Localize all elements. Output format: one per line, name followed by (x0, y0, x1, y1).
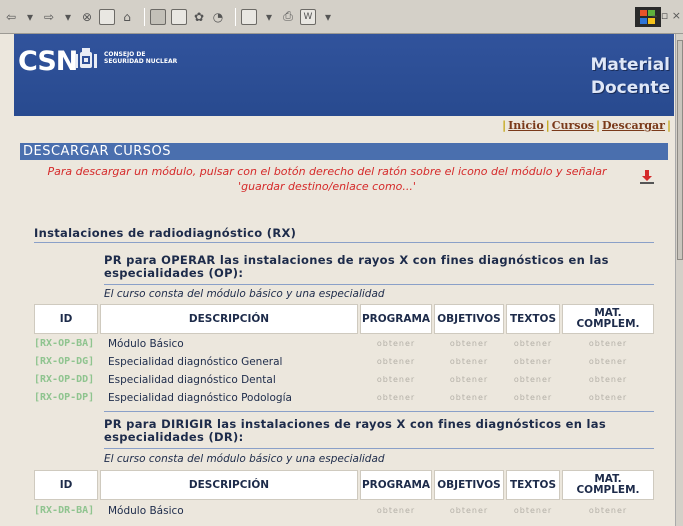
objetivos-link[interactable]: obtener (434, 335, 504, 353)
course-divider (104, 411, 654, 412)
textos-link[interactable]: obtener (506, 353, 560, 371)
col-id-header: ID (34, 304, 98, 334)
col-programa-header: PROGRAMA (360, 470, 432, 500)
table-row: [RX-OP-DD] Especialidad diagnóstico Dent… (34, 371, 654, 389)
forward-icon[interactable]: ⇨ (42, 7, 56, 27)
programa-link[interactable]: obtener (360, 389, 432, 407)
course-description: El curso consta del módulo básico y una … (104, 288, 385, 300)
textos-link[interactable]: obtener (506, 502, 560, 520)
col-descripcion-header: DESCRIPCIÓN (100, 470, 358, 500)
course-divider (104, 284, 654, 285)
section-title: DESCARGAR CURSOS (20, 143, 668, 160)
back-icon[interactable]: ⇦ (4, 7, 18, 27)
objetivos-link[interactable]: obtener (434, 389, 504, 407)
csn-logo-subtitle: CONSEJO DE SEGURIDAD NUCLEAR (104, 51, 178, 65)
table-row: [RX-DR-BA] Módulo Básico obtener obtener… (34, 502, 654, 520)
group-title: Instalaciones de radiodiagnóstico (RX) (34, 226, 297, 240)
table-header: ID DESCRIPCIÓN PROGRAMA OBJETIVOS TEXTOS… (34, 304, 654, 334)
table-row: [RX-OP-BA] Módulo Básico obtener obtener… (34, 335, 654, 353)
col-textos-header: TEXTOS (506, 304, 560, 334)
textos-link[interactable]: obtener (506, 389, 560, 407)
page-title: Material Docente (590, 55, 670, 98)
course-title: PR para OPERAR las instalaciones de rayo… (104, 253, 609, 280)
course-title: PR para DIRIGIR las instalaciones de ray… (104, 417, 606, 444)
forward-dropdown-icon[interactable]: ▾ (61, 7, 75, 27)
objetivos-link[interactable]: obtener (434, 371, 504, 389)
col-textos-header: TEXTOS (506, 470, 560, 500)
col-id-header: ID (34, 470, 98, 500)
programa-link[interactable]: obtener (360, 371, 432, 389)
row-description: Especialidad diagnóstico General (108, 356, 283, 368)
col-objetivos-header: OBJETIVOS (434, 470, 504, 500)
objetivos-link[interactable]: obtener (434, 353, 504, 371)
row-description: Especialidad diagnóstico Podología (108, 392, 292, 404)
objetivos-link[interactable]: obtener (434, 502, 504, 520)
history-icon[interactable]: ◔ (211, 7, 225, 27)
nav-cursos-link[interactable]: Cursos (550, 119, 596, 132)
programa-link[interactable]: obtener (360, 353, 432, 371)
mat-complem-link[interactable]: obtener (562, 371, 654, 389)
col-mat-complem-header: MAT. COMPLEM. (562, 470, 654, 500)
home-icon[interactable]: ⌂ (120, 7, 134, 27)
row-id: [RX-DR-BA] (34, 505, 95, 516)
mat-complem-link[interactable]: obtener (562, 389, 654, 407)
row-id: [RX-OP-DG] (34, 356, 95, 367)
textos-link[interactable]: obtener (506, 371, 560, 389)
search-icon[interactable] (150, 8, 166, 25)
col-mat-complem-header: MAT. COMPLEM. (562, 304, 654, 334)
mail-icon[interactable] (241, 8, 257, 25)
group-divider (34, 242, 654, 243)
media-icon[interactable]: ✿ (192, 7, 206, 27)
print-icon[interactable]: ⎙ (281, 7, 295, 27)
row-description: Módulo Básico (108, 338, 184, 350)
row-id: [RX-OP-BA] (34, 338, 95, 349)
table-row: [RX-OP-DG] Especialidad diagnóstico Gene… (34, 353, 654, 371)
toolbar-separator (235, 7, 236, 26)
col-objetivos-header: OBJETIVOS (434, 304, 504, 334)
favorites-icon[interactable] (171, 8, 187, 25)
row-description: Especialidad diagnóstico Dental (108, 374, 276, 386)
scrollbar-thumb[interactable] (677, 40, 683, 260)
mat-complem-link[interactable]: obtener (562, 353, 654, 371)
word-edit-icon[interactable]: W (300, 8, 316, 25)
table-header: ID DESCRIPCIÓN PROGRAMA OBJETIVOS TEXTOS… (34, 470, 654, 500)
download-instructions: Para descargar un módulo, pulsar con el … (47, 165, 607, 193)
stop-icon[interactable]: ⊗ (80, 7, 94, 27)
mail-dropdown-icon[interactable]: ▾ (262, 7, 276, 27)
programa-link[interactable]: obtener (360, 502, 432, 520)
course-description: El curso consta del módulo básico y una … (104, 453, 385, 465)
coat-of-arms-icon (75, 48, 97, 68)
col-programa-header: PROGRAMA (360, 304, 432, 334)
site-header: CSN CONSEJO DE SEGURIDAD NUCLEAR Materia… (14, 34, 674, 116)
programa-link[interactable]: obtener (360, 335, 432, 353)
mat-complem-link[interactable]: obtener (562, 502, 654, 520)
nav-inicio-link[interactable]: Inicio (506, 119, 546, 132)
row-id: [RX-OP-DP] (34, 392, 95, 403)
download-icon (640, 170, 654, 184)
browser-toolbar: ⇦ ▾ ⇨ ▾ ⊗ ⌂ ✿ ◔ ▾ ⎙ W ▾ – ▫ × (0, 0, 683, 34)
course-divider (104, 448, 654, 449)
col-descripcion-header: DESCRIPCIÓN (100, 304, 358, 334)
window-controls[interactable]: – ▫ × (652, 9, 681, 22)
row-id: [RX-OP-DD] (34, 374, 95, 385)
csn-logo-text[interactable]: CSN (18, 46, 78, 77)
row-description: Módulo Básico (108, 505, 184, 517)
refresh-icon[interactable] (99, 8, 115, 25)
nav-descargar-link[interactable]: Descargar (600, 119, 667, 132)
mat-complem-link[interactable]: obtener (562, 335, 654, 353)
edit-dropdown-icon[interactable]: ▾ (321, 7, 335, 27)
table-row: [RX-OP-DP] Especialidad diagnóstico Podo… (34, 389, 654, 407)
top-nav: | Inicio | Cursos | Descargar | (502, 119, 671, 132)
back-dropdown-icon[interactable]: ▾ (23, 7, 37, 27)
textos-link[interactable]: obtener (506, 335, 560, 353)
toolbar-separator (144, 7, 145, 26)
vertical-scrollbar[interactable] (675, 34, 683, 526)
